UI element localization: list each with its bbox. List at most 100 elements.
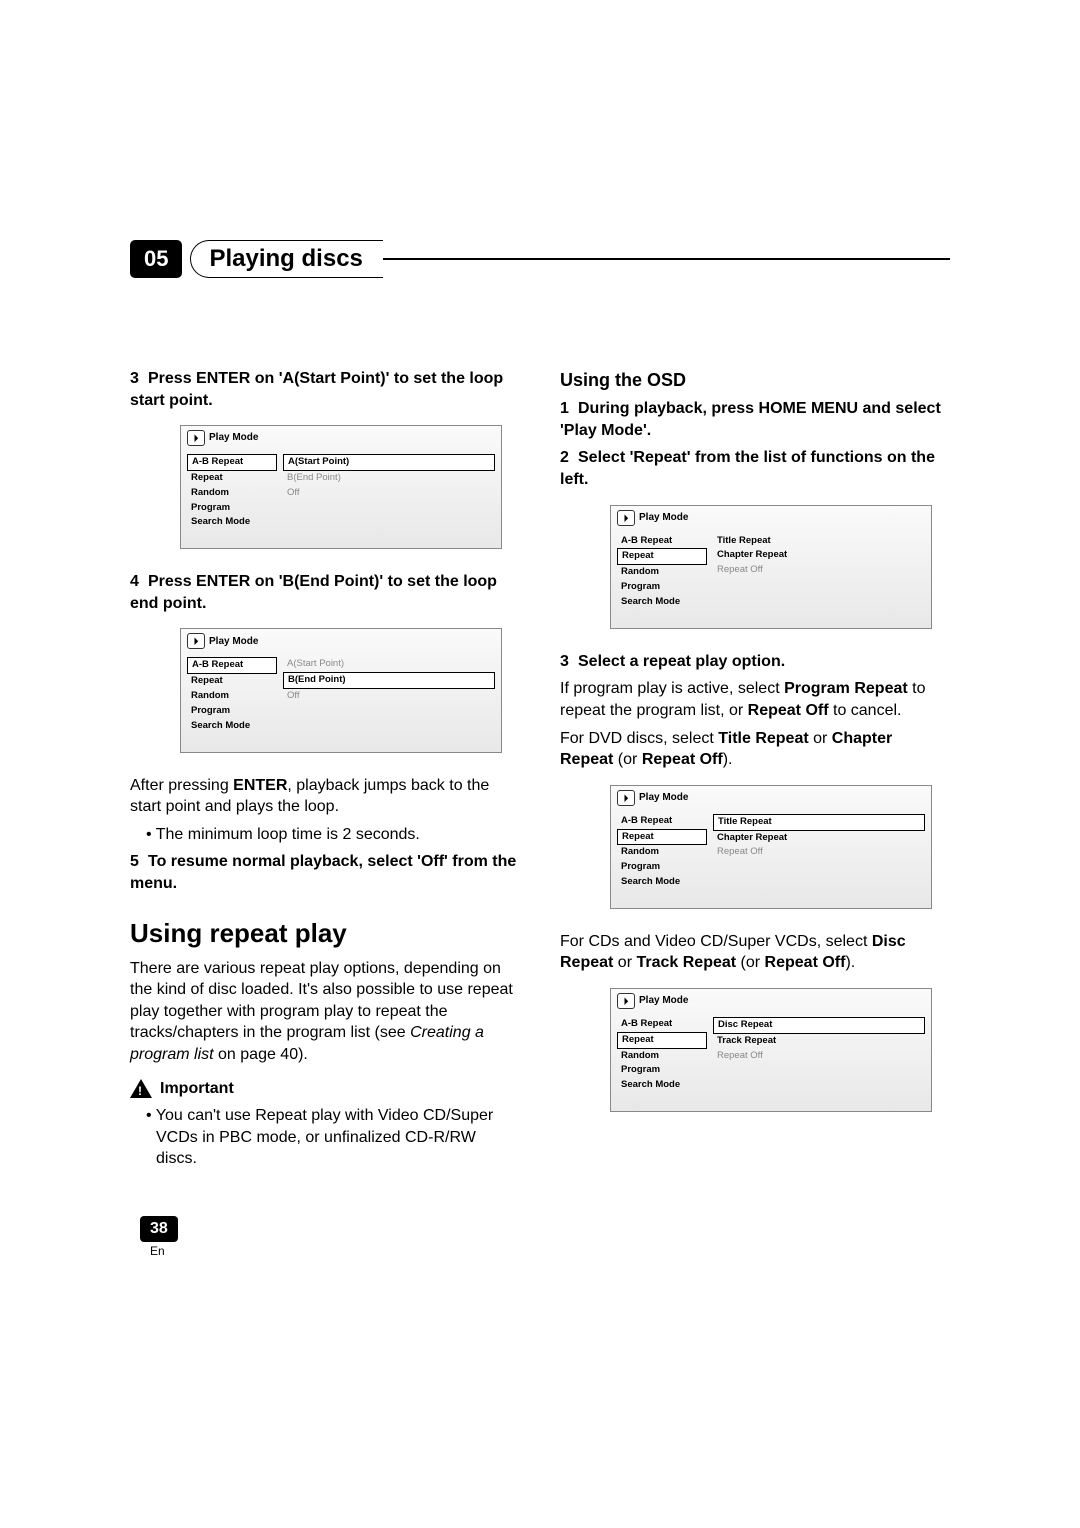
- osd-item-random: Random: [187, 689, 277, 704]
- playmode-icon: ⏵: [187, 430, 205, 446]
- osd-menu-right: Title Repeat Chapter Repeat Repeat Off: [707, 814, 925, 890]
- osd-panel-ab-a: ⏵ Play Mode A-B Repeat Repeat Random Pro…: [180, 425, 502, 549]
- cd-repeat-text: For CDs and Video CD/Super VCDs, select …: [560, 931, 950, 974]
- chapter-rule: [381, 258, 950, 260]
- osd-item-repeat: Repeat: [617, 829, 707, 846]
- osd-item-search: Search Mode: [617, 1078, 707, 1093]
- osd-item-random: Random: [187, 486, 277, 501]
- osd-item-search: Search Mode: [617, 875, 707, 890]
- osd-header: ⏵ Play Mode: [181, 629, 501, 653]
- osd-opt-title-repeat: Title Repeat: [713, 814, 925, 831]
- playmode-icon: ⏵: [617, 510, 635, 526]
- osd-item-abrepeat: A-B Repeat: [187, 454, 277, 471]
- osd-opt-repeat-off: Repeat Off: [713, 845, 925, 860]
- osd-title: Play Mode: [639, 994, 688, 1008]
- manual-page: 05 Playing discs 3Press ENTER on 'A(Star…: [0, 0, 1080, 1338]
- playmode-icon: ⏵: [187, 633, 205, 649]
- min-loop-bullet: • The minimum loop time is 2 seconds.: [146, 824, 520, 846]
- right-column: Using the OSD 1During playback, press HO…: [560, 368, 950, 1176]
- chapter-number: 05: [130, 240, 182, 278]
- step-r3: 3Select a repeat play option.: [560, 651, 950, 673]
- osd-panel-ab-b: ⏵ Play Mode A-B Repeat Repeat Random Pro…: [180, 628, 502, 752]
- osd-item-search: Search Mode: [617, 595, 707, 610]
- osd-header: ⏵ Play Mode: [611, 786, 931, 810]
- osd-opt-chapter-repeat: Chapter Repeat: [713, 548, 925, 563]
- step-r2: 2Select 'Repeat' from the list of functi…: [560, 447, 950, 490]
- chapter-title: Playing discs: [209, 245, 362, 272]
- step-r1: 1During playback, press HOME MENU and se…: [560, 398, 950, 441]
- important-bullet: • You can't use Repeat play with Video C…: [146, 1105, 520, 1170]
- osd-opt-bend: B(End Point): [283, 471, 495, 486]
- osd-title: Play Mode: [209, 635, 258, 649]
- osd-item-abrepeat: A-B Repeat: [617, 534, 707, 549]
- osd-item-repeat: Repeat: [617, 1032, 707, 1049]
- osd-title: Play Mode: [639, 511, 688, 525]
- osd-panel-repeat-list: ⏵ Play Mode A-B Repeat Repeat Random Pro…: [610, 505, 932, 629]
- osd-opt-bend: B(End Point): [283, 672, 495, 689]
- osd-opt-astart: A(Start Point): [283, 657, 495, 672]
- osd-menu-left: A-B Repeat Repeat Random Program Search …: [617, 1017, 707, 1093]
- osd-header: ⏵ Play Mode: [181, 426, 501, 450]
- osd-menu-left: A-B Repeat Repeat Random Program Search …: [187, 454, 277, 530]
- chapter-header: 05 Playing discs: [130, 240, 950, 278]
- osd-item-abrepeat: A-B Repeat: [617, 1017, 707, 1032]
- osd-item-repeat: Repeat: [187, 674, 277, 689]
- heading-using-osd: Using the OSD: [560, 368, 950, 392]
- osd-item-random: Random: [617, 845, 707, 860]
- osd-item-program: Program: [187, 501, 277, 516]
- page-number: 38: [140, 1216, 178, 1242]
- osd-menu-right: A(Start Point) B(End Point) Off: [277, 454, 495, 530]
- osd-item-abrepeat: A-B Repeat: [187, 657, 277, 674]
- osd-item-program: Program: [187, 704, 277, 719]
- osd-item-search: Search Mode: [187, 719, 277, 734]
- after-enter-text: After pressing ENTER, playback jumps bac…: [130, 775, 520, 818]
- content-columns: 3Press ENTER on 'A(Start Point)' to set …: [130, 368, 950, 1176]
- important-label: Important: [160, 1078, 234, 1100]
- left-column: 3Press ENTER on 'A(Start Point)' to set …: [130, 368, 520, 1176]
- repeat-play-intro: There are various repeat play options, d…: [130, 958, 520, 1066]
- chapter-title-pill: Playing discs: [190, 240, 382, 278]
- osd-menu-left: A-B Repeat Repeat Random Program Search …: [617, 534, 707, 610]
- osd-item-repeat: Repeat: [617, 548, 707, 565]
- osd-item-repeat: Repeat: [187, 471, 277, 486]
- osd-item-random: Random: [617, 1049, 707, 1064]
- osd-item-search: Search Mode: [187, 515, 277, 530]
- osd-item-random: Random: [617, 565, 707, 580]
- important-row: Important: [130, 1078, 520, 1100]
- osd-menu-left: A-B Repeat Repeat Random Program Search …: [187, 657, 277, 733]
- osd-title: Play Mode: [639, 791, 688, 805]
- osd-item-abrepeat: A-B Repeat: [617, 814, 707, 829]
- step-3: 3Press ENTER on 'A(Start Point)' to set …: [130, 368, 520, 411]
- osd-item-program: Program: [617, 1063, 707, 1078]
- osd-menu-left: A-B Repeat Repeat Random Program Search …: [617, 814, 707, 890]
- osd-header: ⏵ Play Mode: [611, 506, 931, 530]
- osd-opt-off: Off: [283, 486, 495, 501]
- step-5: 5To resume normal playback, select 'Off'…: [130, 851, 520, 894]
- osd-menu-right: Disc Repeat Track Repeat Repeat Off: [707, 1017, 925, 1093]
- osd-menu-right: A(Start Point) B(End Point) Off: [277, 657, 495, 733]
- osd-opt-title-repeat: Title Repeat: [713, 534, 925, 549]
- osd-title: Play Mode: [209, 431, 258, 445]
- osd-opt-chapter-repeat: Chapter Repeat: [713, 831, 925, 846]
- playmode-icon: ⏵: [617, 993, 635, 1009]
- osd-opt-disc-repeat: Disc Repeat: [713, 1017, 925, 1034]
- page-lang: En: [150, 1244, 950, 1258]
- osd-panel-dvd-repeat: ⏵ Play Mode A-B Repeat Repeat Random Pro…: [610, 785, 932, 909]
- osd-opt-repeat-off: Repeat Off: [713, 563, 925, 578]
- step-4: 4Press ENTER on 'B(End Point)' to set th…: [130, 571, 520, 614]
- osd-panel-cd-repeat: ⏵ Play Mode A-B Repeat Repeat Random Pro…: [610, 988, 932, 1112]
- osd-menu-right: Title Repeat Chapter Repeat Repeat Off: [707, 534, 925, 610]
- playmode-icon: ⏵: [617, 790, 635, 806]
- osd-opt-track-repeat: Track Repeat: [713, 1034, 925, 1049]
- osd-opt-repeat-off: Repeat Off: [713, 1049, 925, 1064]
- program-repeat-text: If program play is active, select Progra…: [560, 678, 950, 721]
- warning-icon: [130, 1079, 152, 1098]
- osd-opt-astart: A(Start Point): [283, 454, 495, 471]
- osd-opt-off: Off: [283, 689, 495, 704]
- heading-repeat-play: Using repeat play: [130, 916, 520, 951]
- page-footer: 38 En: [140, 1216, 950, 1258]
- dvd-repeat-text: For DVD discs, select Title Repeat or Ch…: [560, 728, 950, 771]
- osd-header: ⏵ Play Mode: [611, 989, 931, 1013]
- osd-item-program: Program: [617, 860, 707, 875]
- osd-item-program: Program: [617, 580, 707, 595]
